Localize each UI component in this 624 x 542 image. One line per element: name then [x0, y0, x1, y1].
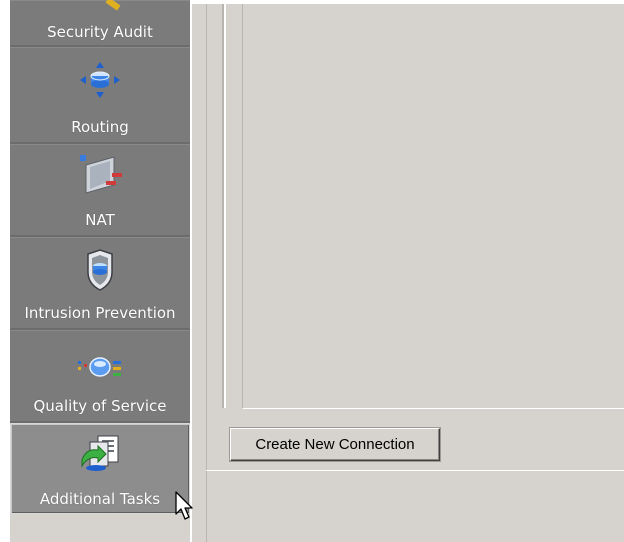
- mouse-cursor-icon: [175, 491, 193, 520]
- task-label: NAT: [85, 211, 115, 229]
- task-label: Intrusion Prevention: [24, 304, 176, 322]
- task-additional-tasks[interactable]: Additional Tasks: [10, 423, 190, 514]
- task-security-audit[interactable]: Security Audit: [10, 0, 190, 47]
- task-routing[interactable]: Routing: [10, 47, 190, 144]
- task-intrusion-prevention[interactable]: Intrusion Prevention: [10, 237, 190, 330]
- task-label: Additional Tasks: [39, 490, 161, 508]
- routing-icon: [80, 62, 120, 98]
- nat-icon: [80, 155, 122, 194]
- security-audit-icon: [105, 0, 121, 11]
- task-quality-of-service[interactable]: Quality of Service: [10, 330, 190, 423]
- task-bar: Security Audit Routing NAT Intrusion Pre…: [10, 0, 190, 514]
- divider: [206, 470, 624, 471]
- additional-tasks-icon: [81, 435, 119, 471]
- task-label: Security Audit: [47, 23, 153, 41]
- qos-icon: [78, 357, 121, 377]
- application-window: Security Audit Routing NAT Intrusion Pre…: [10, 0, 624, 542]
- task-label: Routing: [71, 118, 129, 136]
- task-nat[interactable]: NAT: [10, 144, 190, 237]
- shield-icon: [87, 249, 113, 291]
- divider: [206, 4, 207, 542]
- divider: [190, 4, 192, 542]
- task-label: Quality of Service: [33, 397, 167, 415]
- create-new-connection-button[interactable]: Create New Connection: [230, 428, 440, 461]
- connections-list-area: [242, 4, 624, 409]
